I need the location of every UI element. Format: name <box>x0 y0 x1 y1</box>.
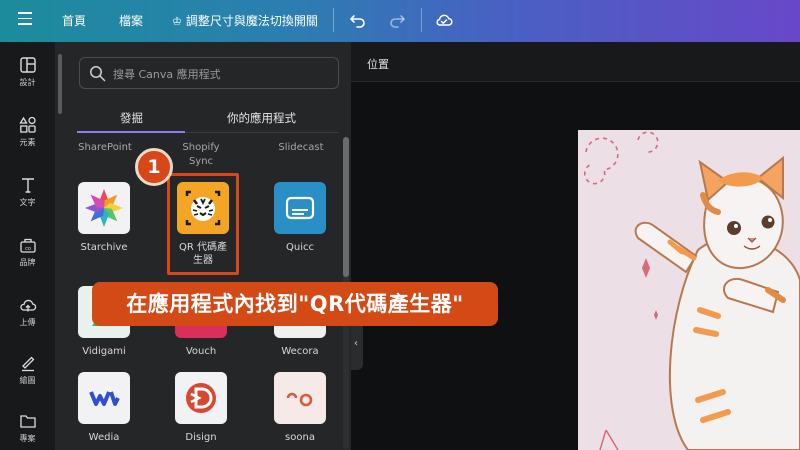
soona-icon <box>286 392 313 407</box>
rail-item-upload[interactable]: 上傳 <box>0 296 55 346</box>
app-name: Starchive <box>80 242 128 253</box>
rail-label: 元素 <box>19 138 36 147</box>
rail-item-projects[interactable]: 專案 <box>0 412 55 450</box>
app-name: Vidigami <box>82 346 126 357</box>
layout-icon <box>19 57 36 73</box>
app-wedia[interactable]: Wedia <box>68 372 140 444</box>
folder-icon <box>19 415 36 428</box>
undo-icon[interactable] <box>348 10 368 30</box>
tab-discover[interactable]: 發掘 <box>120 110 143 126</box>
wedia-icon <box>89 391 120 406</box>
search-input[interactable]: 搜尋 Canva 應用程式 <box>79 57 339 89</box>
app-name: Quicc <box>286 242 314 253</box>
quicc-logo <box>274 182 326 234</box>
crown-icon: ♔ <box>172 15 182 28</box>
design-canvas[interactable] <box>578 130 800 450</box>
app-starchive[interactable]: Starchive <box>68 182 140 254</box>
rail-label: 上傳 <box>19 318 36 327</box>
tab-active-indicator <box>77 131 185 133</box>
app-name-slidecast[interactable]: Slidecast <box>265 141 337 155</box>
app-quicc[interactable]: Quicc <box>264 182 336 254</box>
app-name: Wecora <box>281 346 319 357</box>
app-name: Vouch <box>185 346 217 357</box>
redo-icon[interactable] <box>387 10 407 30</box>
svg-text:co: co <box>25 246 31 252</box>
top-bar: 首頁 檔案 ♔ 調整尺寸與魔法切換開關 <box>0 0 800 42</box>
menu-icon[interactable] <box>18 12 32 26</box>
rail-label: 設計 <box>19 78 36 87</box>
rail-label: 專案 <box>19 434 36 443</box>
app-name-shopify-sync[interactable]: Shopify Sync <box>169 141 233 169</box>
resize-label: 調整尺寸與魔法切換開關 <box>185 14 318 28</box>
step-number-badge: 1 <box>135 148 173 186</box>
starchive-logo <box>78 182 130 234</box>
starchive-icon <box>85 189 123 227</box>
rail-label: 繪圖 <box>19 376 36 385</box>
wedia-logo <box>78 372 130 424</box>
disign-icon <box>186 383 216 413</box>
cat-illustration <box>583 131 800 450</box>
chevron-left-icon: ‹ <box>354 338 358 349</box>
rail-item-draw[interactable]: 繪圖 <box>0 354 55 404</box>
app-name: Disign <box>185 432 217 443</box>
elements-icon <box>18 116 36 133</box>
app-name: Wedia <box>88 432 120 443</box>
context-toolbar: 位置 <box>351 42 800 82</box>
disign-logo <box>175 372 227 424</box>
rail-label: 品牌 <box>19 258 36 267</box>
app-disign[interactable]: Disign <box>165 372 237 444</box>
caption-icon <box>285 196 315 220</box>
collapse-panel-handle[interactable]: ‹ <box>351 320 363 370</box>
draw-icon <box>21 356 34 372</box>
rail-item-design[interactable]: 設計 <box>0 56 55 106</box>
rail-item-brand[interactable]: co 品牌 <box>0 236 55 286</box>
app-name: soona <box>285 432 315 443</box>
search-placeholder: 搜尋 Canva 應用程式 <box>113 68 221 81</box>
scrollbar-thumb[interactable] <box>343 137 349 277</box>
resize-button[interactable]: ♔ 調整尺寸與魔法切換開關 <box>172 12 318 29</box>
app-name-sharepoint[interactable]: SharePoint <box>73 141 137 155</box>
text-icon <box>21 178 34 193</box>
brand-icon: co <box>19 238 36 253</box>
highlight-box <box>167 173 239 275</box>
rail-item-text[interactable]: 文字 <box>0 176 55 226</box>
app-soona[interactable]: soona <box>264 372 336 444</box>
soona-logo <box>274 372 326 424</box>
apps-panel: 搜尋 Canva 應用程式 發掘 你的應用程式 SharePoint Shopi… <box>55 42 351 450</box>
divider <box>421 8 422 32</box>
panel-left-scrollbar[interactable] <box>58 54 62 114</box>
tab-your-apps[interactable]: 你的應用程式 <box>227 110 296 126</box>
cloud-saved-icon[interactable] <box>434 10 454 30</box>
left-rail: 設計 元素 文字 co 品牌 上傳 繪圖 專案 <box>0 42 55 450</box>
rail-label: 文字 <box>19 198 36 207</box>
instruction-banner: 在應用程式內找到"QR代碼產生器" <box>92 282 498 326</box>
home-link[interactable]: 首頁 <box>62 12 86 29</box>
search-icon <box>90 66 106 82</box>
position-button[interactable]: 位置 <box>367 56 389 72</box>
upload-icon <box>19 299 36 312</box>
file-menu[interactable]: 檔案 <box>119 12 143 29</box>
divider <box>333 8 334 32</box>
rail-item-elements[interactable]: 元素 <box>0 116 55 166</box>
